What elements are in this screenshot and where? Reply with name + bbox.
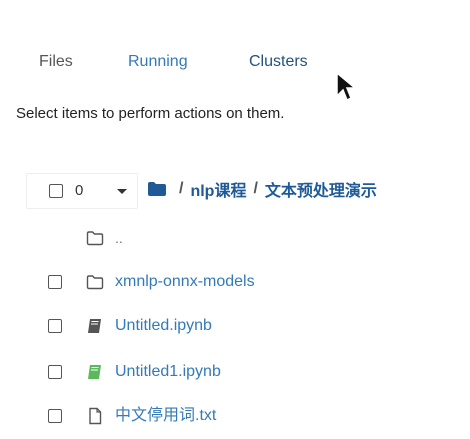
tab-clusters[interactable]: Clusters <box>249 52 308 72</box>
folder-icon <box>86 275 104 290</box>
home-folder-icon[interactable] <box>148 182 166 196</box>
folder-icon <box>86 231 104 246</box>
breadcrumb-separator: / <box>253 180 258 197</box>
breadcrumb-item-current[interactable]: 文本预处理演示 <box>265 177 377 201</box>
selected-count: 0 <box>75 182 84 199</box>
file-name[interactable]: Untitled1.ipynb <box>115 362 221 382</box>
breadcrumb-item-nlp[interactable]: nlp课程 <box>190 177 246 201</box>
select-all-dropdown[interactable]: 0 <box>26 173 138 209</box>
file-name[interactable]: 中文停用词.txt <box>115 406 216 426</box>
select-instructions: Select items to perform actions on them. <box>16 105 285 122</box>
file-name[interactable]: Untitled.ipynb <box>115 316 212 336</box>
row-checkbox[interactable] <box>48 319 62 333</box>
row-checkbox[interactable] <box>48 365 62 379</box>
notebook-icon <box>88 319 101 333</box>
jupyter-file-browser: Files Running Clusters Select items to p… <box>0 0 470 439</box>
caret-down-icon[interactable] <box>113 182 131 200</box>
file-name[interactable]: xmnlp-onnx-models <box>115 272 255 292</box>
row-checkbox[interactable] <box>48 275 62 289</box>
file-icon <box>89 407 102 425</box>
select-all-checkbox[interactable] <box>49 184 63 198</box>
tab-files[interactable]: Files <box>39 52 73 72</box>
breadcrumb-separator: / <box>179 180 184 197</box>
list-item[interactable]: 中文停用词.txt <box>0 404 470 428</box>
tab-running[interactable]: Running <box>128 52 188 72</box>
row-checkbox[interactable] <box>48 409 62 423</box>
list-item[interactable]: Untitled.ipynb <box>0 314 470 338</box>
list-item-parent-folder[interactable]: .. <box>0 226 470 250</box>
list-item[interactable]: xmnlp-onnx-models <box>0 270 470 294</box>
breadcrumb: / nlp课程 / 文本预处理演示 <box>148 178 377 200</box>
notebook-running-icon <box>88 365 101 379</box>
mouse-cursor-icon <box>336 72 358 102</box>
file-name[interactable]: .. <box>115 228 123 248</box>
list-item[interactable]: Untitled1.ipynb <box>0 360 470 384</box>
